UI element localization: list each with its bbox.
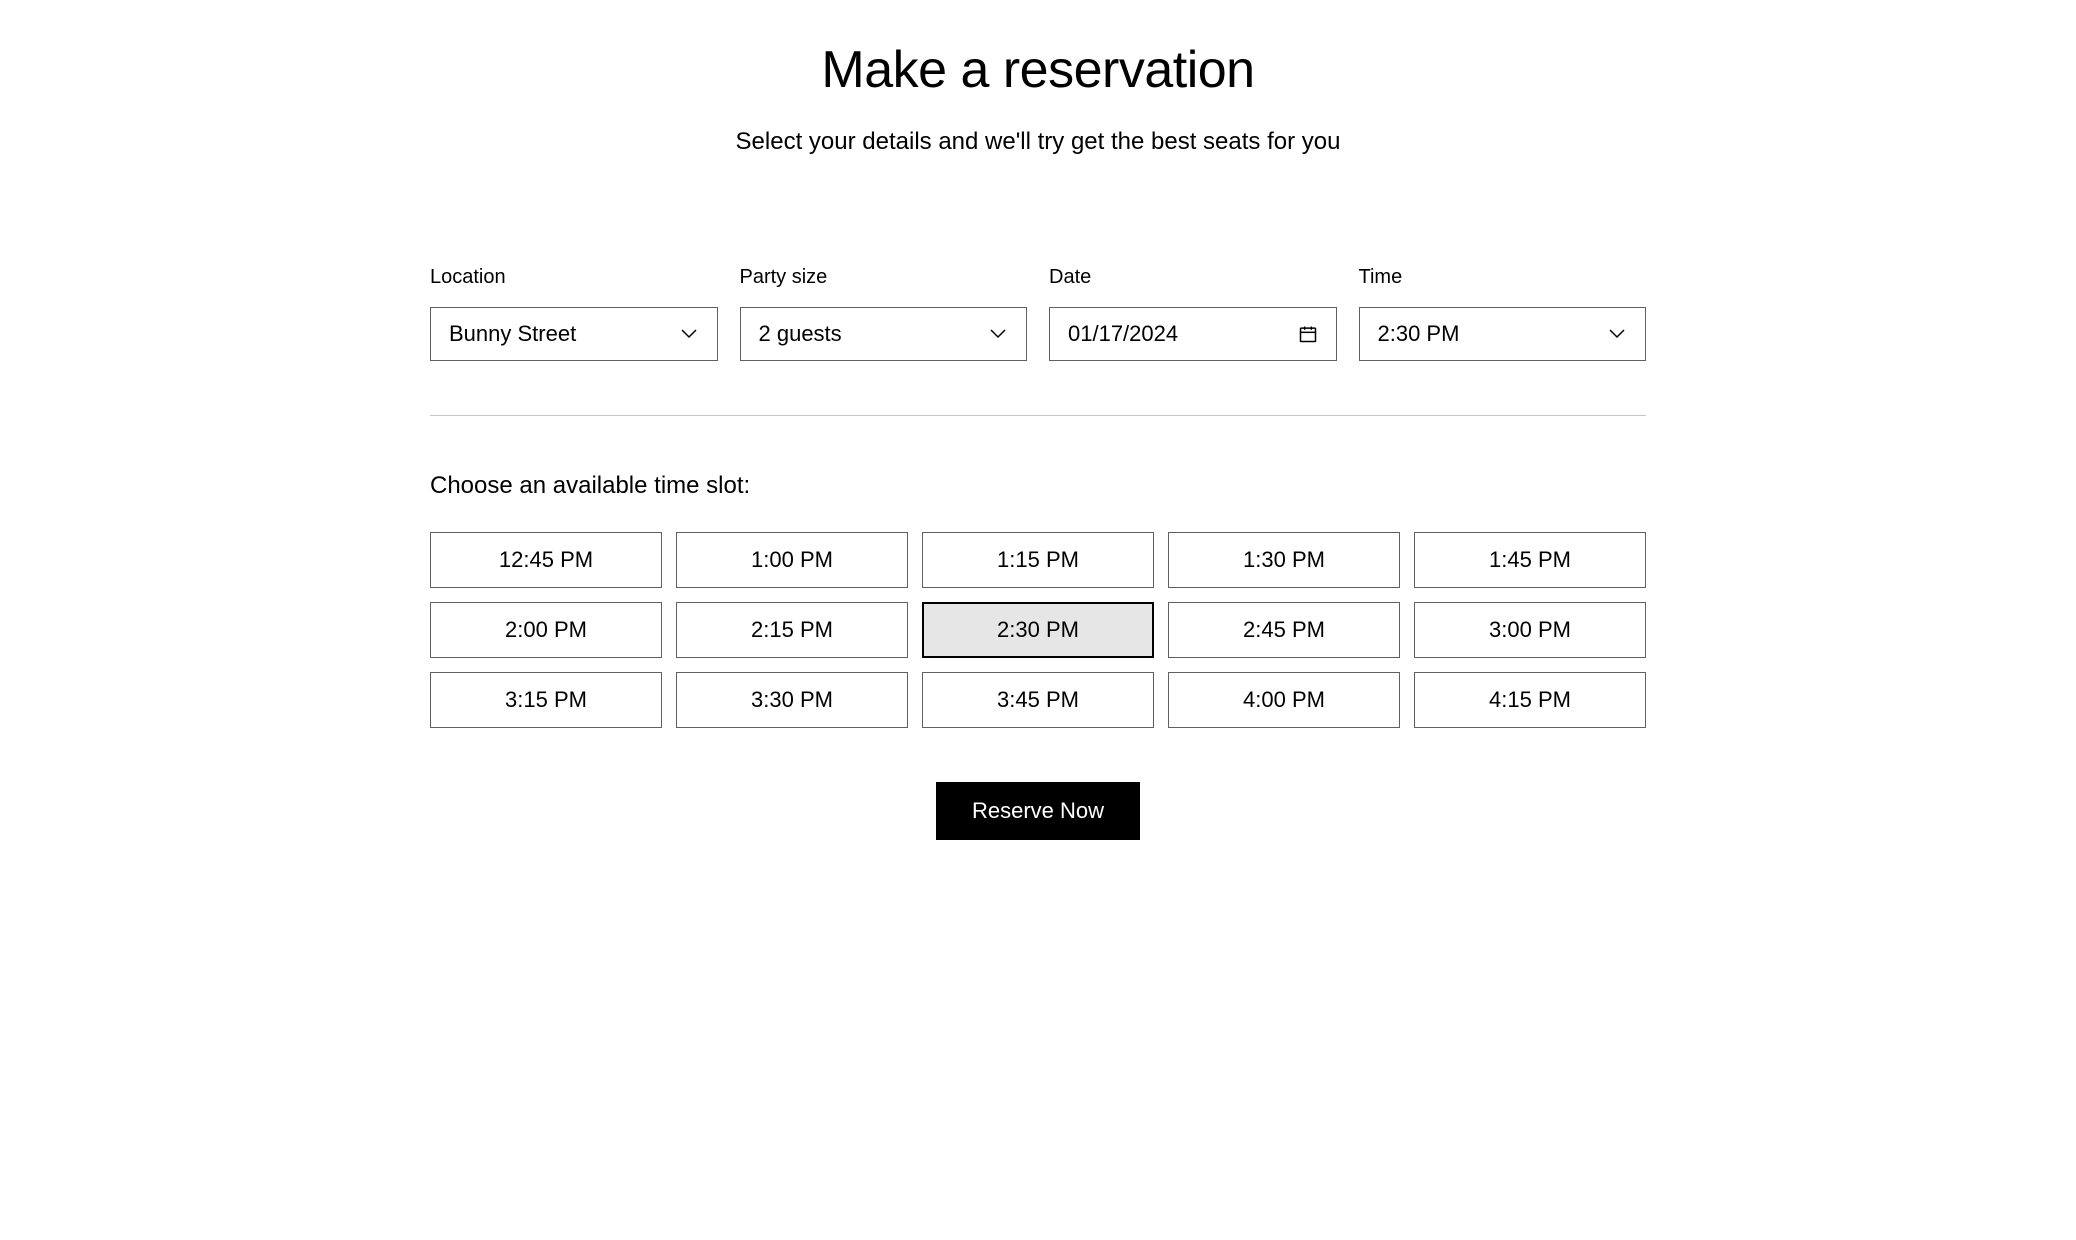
page-subtitle: Select your details and we'll try get th…	[430, 128, 1646, 156]
time-select[interactable]: 2:30 PM	[1359, 307, 1647, 361]
party-size-label: Party size	[740, 266, 1028, 289]
timeslot-button[interactable]: 1:00 PM	[676, 532, 908, 588]
timeslot-button[interactable]: 3:45 PM	[922, 672, 1154, 728]
party-size-select[interactable]: 2 guests	[740, 307, 1028, 361]
timeslot-button[interactable]: 2:15 PM	[676, 602, 908, 658]
calendar-icon	[1298, 324, 1318, 344]
time-label: Time	[1359, 266, 1647, 289]
timeslot-button[interactable]: 2:45 PM	[1168, 602, 1400, 658]
timeslot-button[interactable]: 1:45 PM	[1414, 532, 1646, 588]
timeslot-button[interactable]: 1:15 PM	[922, 532, 1154, 588]
timeslot-button[interactable]: 3:15 PM	[430, 672, 662, 728]
location-select[interactable]: Bunny Street	[430, 307, 718, 361]
time-value: 2:30 PM	[1378, 321, 1608, 347]
chevron-down-icon	[1607, 324, 1627, 344]
timeslot-button[interactable]: 3:30 PM	[676, 672, 908, 728]
reserve-button[interactable]: Reserve Now	[936, 782, 1140, 840]
timeslot-section-label: Choose an available time slot:	[430, 472, 1646, 500]
party-size-value: 2 guests	[759, 321, 989, 347]
timeslot-grid: 12:45 PM1:00 PM1:15 PM1:30 PM1:45 PM 2:00…	[430, 532, 1646, 728]
timeslot-button[interactable]: 1:30 PM	[1168, 532, 1400, 588]
timeslot-button[interactable]: 2:00 PM	[430, 602, 662, 658]
timeslot-button[interactable]: 2:30 PM	[922, 602, 1154, 658]
timeslot-button[interactable]: 4:00 PM	[1168, 672, 1400, 728]
location-label: Location	[430, 266, 718, 289]
divider	[430, 415, 1646, 416]
location-value: Bunny Street	[449, 321, 679, 347]
date-label: Date	[1049, 266, 1337, 289]
date-value: 01/17/2024	[1068, 321, 1298, 347]
page-title: Make a reservation	[430, 40, 1646, 100]
date-input[interactable]: 01/17/2024	[1049, 307, 1337, 361]
timeslot-button[interactable]: 12:45 PM	[430, 532, 662, 588]
timeslot-button[interactable]: 3:00 PM	[1414, 602, 1646, 658]
timeslot-button[interactable]: 4:15 PM	[1414, 672, 1646, 728]
chevron-down-icon	[679, 324, 699, 344]
chevron-down-icon	[988, 324, 1008, 344]
